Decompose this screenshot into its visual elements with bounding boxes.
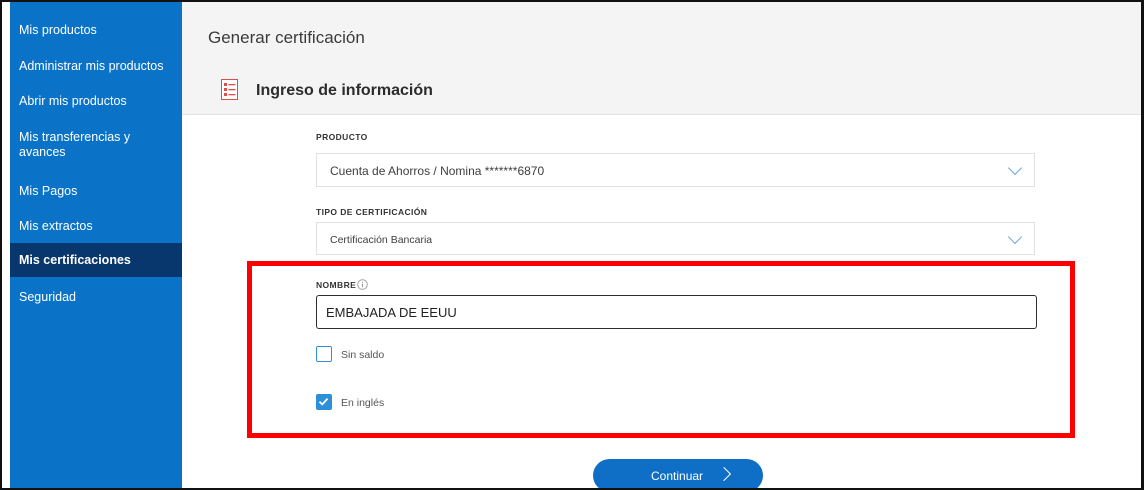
en-ingles-checkbox[interactable] [316, 394, 332, 410]
sin-saldo-label: Sin saldo [341, 349, 385, 361]
producto-select[interactable]: Cuenta de Ahorros / Nomina *******6870 [316, 153, 1035, 187]
sidebar-item-seguridad[interactable]: Seguridad [10, 290, 182, 305]
sidebar-item-transferencias[interactable]: Mis transferencias y avances [10, 130, 160, 160]
continue-label: Continuar [651, 469, 704, 483]
nombre-label: NOMBRE [316, 280, 357, 290]
chevron-right-icon [716, 466, 732, 482]
sidebar-item-mis-productos[interactable]: Mis productos [10, 23, 182, 38]
tipo-certificacion-value: Certificación Bancaria [330, 234, 433, 246]
continue-button[interactable]: Continuar [593, 459, 763, 488]
section-header: Ingreso de información [182, 72, 1141, 115]
sidebar-item-certificaciones[interactable]: Mis certificaciones [10, 243, 182, 277]
app-window: Mis productos Administrar mis productos … [0, 0, 1144, 490]
en-ingles-label: En inglés [341, 397, 385, 409]
tipo-certificacion-select[interactable]: Certificación Bancaria [316, 222, 1035, 255]
info-icon[interactable] [357, 277, 368, 290]
page-title: Generar certificación [208, 28, 365, 47]
checkmark-icon [318, 397, 329, 406]
sidebar-item-abrir-productos[interactable]: Abrir mis productos [10, 94, 182, 109]
chevron-down-icon [1007, 229, 1023, 245]
certification-form: PRODUCTO Cuenta de Ahorros / Nomina ****… [182, 115, 1141, 488]
nombre-input[interactable]: EMBAJADA DE EEUU [316, 295, 1037, 329]
sidebar-item-administrar-productos[interactable]: Administrar mis productos [10, 59, 182, 74]
nombre-value: EMBAJADA DE EEUU [326, 305, 457, 320]
sidebar: Mis productos Administrar mis productos … [10, 2, 182, 488]
sin-saldo-checkbox[interactable] [316, 346, 332, 362]
page-header: Generar certificación [182, 2, 1141, 72]
sidebar-item-extractos[interactable]: Mis extractos [10, 219, 182, 234]
producto-label: PRODUCTO [316, 132, 368, 142]
producto-value: Cuenta de Ahorros / Nomina *******6870 [330, 164, 545, 178]
section-title: Ingreso de información [256, 82, 433, 99]
chevron-down-icon [1007, 160, 1023, 176]
form-list-icon [221, 79, 238, 100]
tipo-certificacion-label: TIPO DE CERTIFICACIÓN [316, 207, 428, 217]
sidebar-item-pagos[interactable]: Mis Pagos [10, 184, 182, 199]
main-content: Generar certificación Ingreso de informa… [182, 2, 1141, 488]
